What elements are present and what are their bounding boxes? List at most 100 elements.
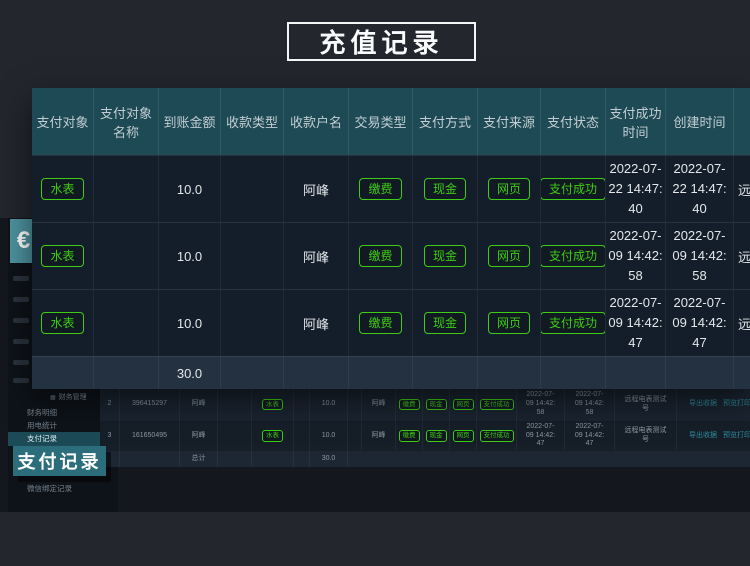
create-time-cell: 2022-07- 09 14:42: 47 xyxy=(666,290,734,356)
pay-status-cell: 支付成功 xyxy=(541,223,606,289)
pay-status-cell: 支付成功 xyxy=(541,290,606,356)
total-amount: 30.0 xyxy=(310,451,348,467)
empty-cell xyxy=(541,357,606,389)
object-name-cell xyxy=(94,156,159,222)
create-time-cell: 2022-07- 09 14:42: 58 xyxy=(565,388,615,421)
pay-status-tag: 支付成功 xyxy=(541,178,606,200)
success-time-cell: 2022-07- 09 14:42: 58 xyxy=(517,388,565,421)
empty-cell xyxy=(348,388,362,421)
empty-cell xyxy=(413,357,478,389)
amount-cell: 10.0 xyxy=(159,156,221,222)
tag-cell: 缴费 xyxy=(396,421,423,451)
magnified-menu-label: 支付记录 xyxy=(13,446,106,476)
pay-object-tag: 水表 xyxy=(41,245,83,267)
table-row[interactable]: 2 396415297 阿峰 水表 10.0 阿峰 缴费 现金 网页 支付成功 … xyxy=(100,388,750,421)
col-header-payee: 收款户名 xyxy=(284,88,349,155)
row-index: 2 xyxy=(100,388,120,421)
sidebar-item-wechat-binding[interactable]: 微信绑定记录 xyxy=(8,482,118,495)
empty-cell xyxy=(349,357,413,389)
pay-source-tag: 网页 xyxy=(453,430,474,441)
pay-method-tag: 现金 xyxy=(424,312,466,334)
export-receipt-link[interactable]: 导出收据 xyxy=(689,432,717,441)
empty-cell xyxy=(294,421,310,451)
collect-type-cell xyxy=(221,290,284,356)
pay-method-cell: 现金 xyxy=(413,223,478,289)
trade-type-tag: 缴费 xyxy=(399,399,420,410)
empty-cell xyxy=(32,357,94,389)
pay-object-cell: 水表 xyxy=(32,156,94,222)
trade-type-tag: 缴费 xyxy=(359,178,401,200)
empty-cell xyxy=(734,357,750,389)
collect-type-cell xyxy=(221,223,284,289)
record-name: 阿峰 xyxy=(180,421,218,451)
pay-method-tag: 现金 xyxy=(424,245,466,267)
payee-cell: 阿峰 xyxy=(362,388,396,421)
table-row[interactable]: 水表 10.0 阿峰 缴费 现金 网页 支付成功 2022-07- 09 14:… xyxy=(32,289,750,356)
record-id: 396415297 xyxy=(120,388,180,421)
table-row[interactable]: 3 161650495 阿峰 水表 10.0 阿峰 缴费 现金 网页 支付成功 … xyxy=(100,421,750,451)
empty-cell xyxy=(284,357,349,389)
pay-source-cell: 网页 xyxy=(478,156,541,222)
preview-print-link[interactable]: 预览打印 xyxy=(723,400,750,409)
recharge-table: 支付对象 支付对象 名称 到账金额 收款类型 收款户名 交易类型 支付方式 支付… xyxy=(32,88,750,389)
tag-cell: 现金 xyxy=(423,388,450,421)
col-header-pay-source: 支付来源 xyxy=(478,88,541,155)
pay-object-cell: 水表 xyxy=(32,223,94,289)
pay-method-cell: 现金 xyxy=(413,156,478,222)
empty-cell xyxy=(94,357,159,389)
export-receipt-link[interactable]: 导出收据 xyxy=(689,400,717,409)
empty-cell xyxy=(606,357,666,389)
col-header-pay-status: 支付状态 xyxy=(541,88,606,155)
col-header-pay-method: 支付方式 xyxy=(413,88,478,155)
table-row[interactable]: 水表 10.0 阿峰 缴费 现金 网页 支付成功 2022-07- 09 14:… xyxy=(32,222,750,289)
success-time-cell: 2022-07- 09 14:42: 47 xyxy=(517,421,565,451)
pay-source-cell: 网页 xyxy=(478,223,541,289)
total-amount: 30.0 xyxy=(159,357,221,389)
preview-print-link[interactable]: 预览打印 xyxy=(723,432,750,441)
amount-cell: 10.0 xyxy=(310,388,348,421)
logo-glyph-icon: € xyxy=(17,227,30,255)
account-cell: 远程电表测试 号 xyxy=(615,421,677,451)
payee-cell: 阿峰 xyxy=(284,290,349,356)
collect-type-cell xyxy=(221,156,284,222)
pay-source-tag: 网页 xyxy=(453,399,474,410)
actions-cell: 导出收据 预览打印 xyxy=(677,388,750,421)
meter-tag: 水表 xyxy=(262,430,283,441)
pay-object-cell: 水表 xyxy=(32,290,94,356)
trade-type-tag: 缴费 xyxy=(399,430,420,441)
tag-cell: 缴费 xyxy=(396,388,423,421)
col-header-trade-type: 交易类型 xyxy=(349,88,413,155)
sidebar-text-fragment xyxy=(13,276,29,281)
create-time-cell: 2022-07- 22 14:47: 40 xyxy=(666,156,734,222)
tag-cell: 现金 xyxy=(423,421,450,451)
account-cell-cut: 远 xyxy=(734,223,750,289)
pay-status-tag: 支付成功 xyxy=(480,399,514,410)
trade-type-tag: 缴费 xyxy=(359,245,401,267)
page-title: 充值记录 xyxy=(287,22,476,61)
payee-cell: 阿峰 xyxy=(284,156,349,222)
col-header-create-time: 创建时间 xyxy=(666,88,734,155)
empty-cell xyxy=(294,451,310,467)
object-name-cell xyxy=(94,223,159,289)
empty-cell xyxy=(666,357,734,389)
col-header-collect-type: 收款类型 xyxy=(221,88,284,155)
pay-source-cell: 网页 xyxy=(478,290,541,356)
pay-status-tag: 支付成功 xyxy=(480,430,514,441)
sidebar-text-fragment xyxy=(13,339,29,344)
create-time-cell: 2022-07- 09 14:42: 58 xyxy=(666,223,734,289)
success-time-cell: 2022-07- 09 14:42: 47 xyxy=(606,290,666,356)
pay-status-cell: 支付成功 xyxy=(541,156,606,222)
create-time-cell: 2022-07- 09 14:42: 47 xyxy=(565,421,615,451)
col-header-cut xyxy=(734,88,750,155)
meter-tag-cell: 水表 xyxy=(252,421,294,451)
payee-cell: 阿峰 xyxy=(284,223,349,289)
pay-method-tag: 现金 xyxy=(424,178,466,200)
total-row: 总计 30.0 xyxy=(100,451,750,467)
empty-cell xyxy=(348,451,740,467)
finance-group-icon: ▦ xyxy=(50,395,56,401)
table-row[interactable]: 水表 10.0 阿峰 缴费 现金 网页 支付成功 2022-07- 22 14:… xyxy=(32,155,750,222)
record-name: 阿峰 xyxy=(180,388,218,421)
account-cell-cut: 远 xyxy=(734,156,750,222)
total-row: 30.0 xyxy=(32,356,750,389)
success-time-cell: 2022-07- 09 14:42: 58 xyxy=(606,223,666,289)
